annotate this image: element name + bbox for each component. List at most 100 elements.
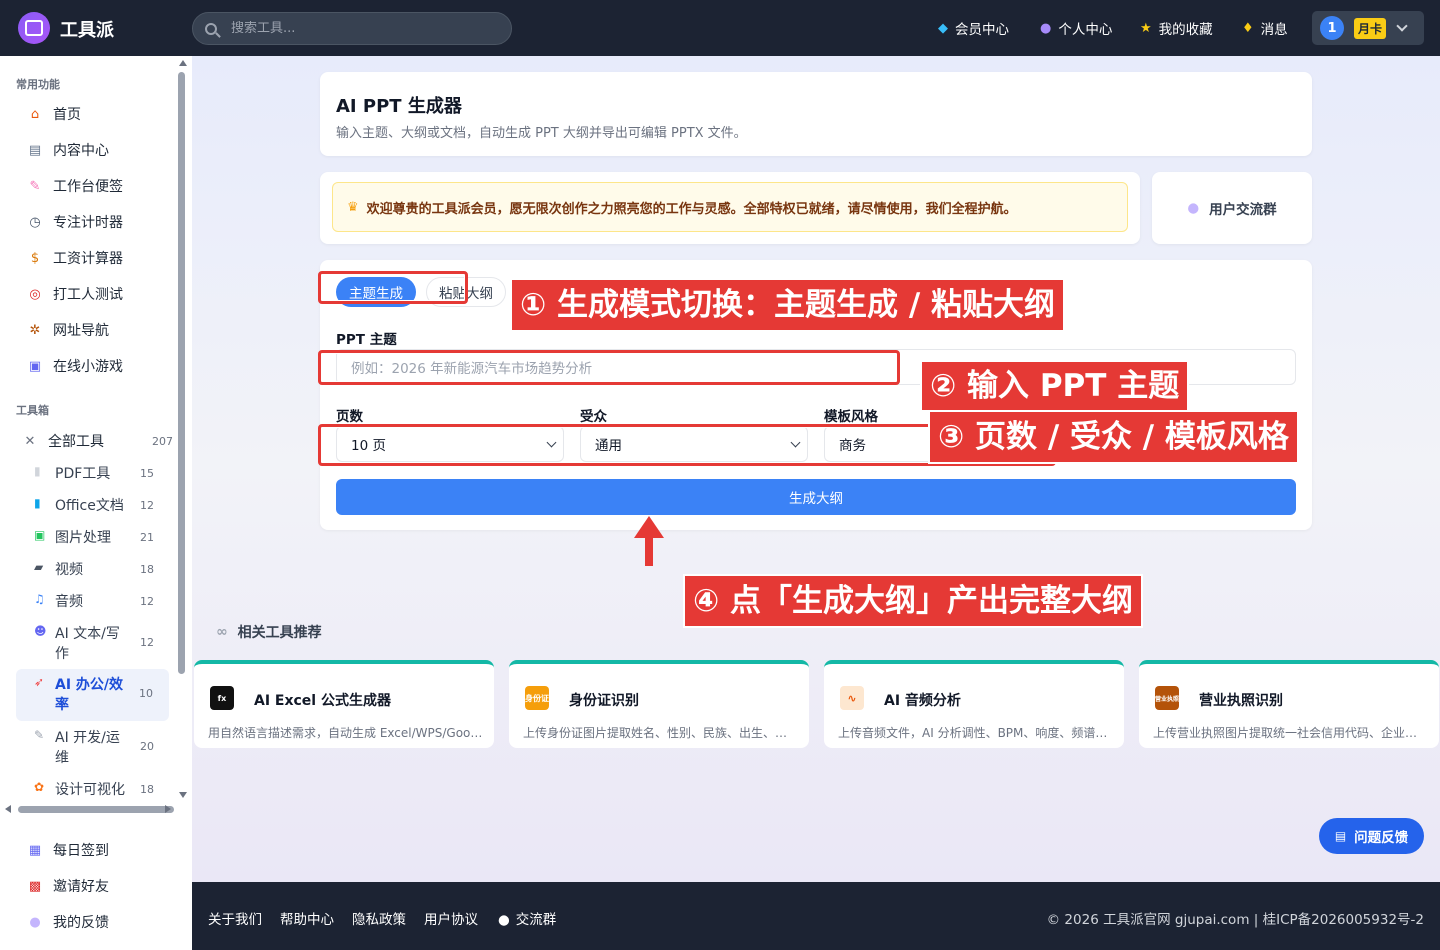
sidebar-tool-image[interactable]: ▣ 图片处理 21 (34, 528, 184, 548)
related-tools-title: ∞ 相关工具推荐 (216, 624, 322, 641)
sidebar-item-content[interactable]: ▤ 内容中心 (25, 140, 109, 160)
related-tool-desc: 上传音频文件，AI 分析调性、BPM、响度、频谱等特征 (838, 726, 1114, 740)
logo-icon[interactable] (18, 12, 50, 44)
tool-count: 207 (152, 434, 173, 448)
nav-profile[interactable]: ● 个人中心 (1040, 18, 1112, 39)
brand-name[interactable]: 工具派 (60, 16, 114, 42)
license-icon: 营业执照 (1155, 686, 1179, 710)
sidebar-item-home[interactable]: ⌂ 首页 (25, 104, 81, 124)
timer-icon: ◷ (29, 214, 41, 230)
scroll-down-arrow[interactable] (179, 792, 187, 798)
sidebar: 常用功能 ⌂ 首页 ▤ 内容中心 ✎ 工作台便签 ◷ 专注计时器 $ 工资计算器 ◎ 打工人… (0, 56, 192, 950)
sidebar-item-timer[interactable]: ◷ 专注计时器 (25, 212, 123, 232)
sidebar-item-feedback[interactable]: ● 我的反馈 (25, 912, 109, 932)
sidebar-item-nav[interactable]: ✲ 网址导航 (25, 320, 109, 340)
sidebar-tool-ai-dev[interactable]: ✎ AI 开发/运维 20 (34, 728, 184, 768)
page-subtitle: 输入主题、大纲或文档，自动生成 PPT 大纲并导出可编辑 PPTX 文件。 (336, 126, 747, 141)
main-area: AI PPT 生成器 输入主题、大纲或文档，自动生成 PPT 大纲并导出可编辑 … (192, 56, 1440, 882)
target-icon: ◎ (29, 286, 41, 302)
rocket-icon: ➶ (34, 675, 45, 689)
sidebar-tool-audio[interactable]: ♫ 音频 12 (34, 592, 184, 612)
welcome-card: ♛ 欢迎尊贵的工具派会员，愿无限次创作之力照亮您的工作与灵感。全部特权已就绪，请尽… (320, 172, 1140, 244)
palette-icon: ✿ (34, 780, 45, 794)
moneybag-icon: $ (30, 250, 40, 266)
chevron-down-icon (1396, 20, 1408, 32)
related-card-audio[interactable]: ∿ AI 音频分析 上传音频文件，AI 分析调性、BPM、响度、频谱等特征 (824, 660, 1124, 748)
related-tool-desc: 上传营业执照图片提取统一社会信用代码、企业名称等信息 (1153, 726, 1429, 740)
footer-link-about[interactable]: 关于我们 (208, 908, 262, 928)
house-icon: ⌂ (30, 106, 40, 122)
nav-member-center[interactable]: ◆ 会员中心 (938, 18, 1009, 39)
sidebar-tool-office[interactable]: ▮ Office文档 12 (34, 496, 184, 516)
sidebar-vertical-scrollbar[interactable] (178, 72, 185, 674)
footer-link-terms[interactable]: 用户协议 (424, 908, 478, 928)
sidebar-horizontal-scrollbar[interactable] (18, 806, 174, 813)
sidebar-tool-ai-text[interactable]: ☻ AI 文本/写作 12 (34, 624, 184, 664)
gift-icon: ▩ (28, 878, 42, 894)
robot-icon: ☻ (34, 624, 47, 638)
scroll-right-arrow[interactable] (165, 805, 171, 813)
annotation-box-mode (318, 271, 468, 304)
pdf-icon: ▮ (34, 464, 41, 478)
group-card[interactable]: ● 用户交流群 (1152, 172, 1312, 244)
avatar: 1 (1320, 16, 1344, 40)
clapper-icon: ▰ (34, 560, 44, 574)
generate-outline-button[interactable]: 生成大纲 (336, 479, 1296, 515)
star-icon: ★ (1140, 20, 1152, 36)
sidebar-tool-design[interactable]: ✿ 设计可视化 18 (34, 780, 184, 800)
annotation-label-1: ① 生成模式切换：主题生成 / 粘贴大纲 (510, 278, 1065, 332)
feedback-button[interactable]: ▤ 问题反馈 (1319, 818, 1424, 854)
bell-icon: ♦ (1242, 20, 1254, 36)
sidebar-item-checkin[interactable]: ▦ 每日签到 (25, 840, 109, 860)
fx-icon: fx (210, 686, 234, 710)
copyright: © 2026 工具派官网 gjupai.com | 桂ICP备202600593… (1046, 912, 1424, 928)
content-icon: ▤ (28, 142, 42, 158)
annotation-label-2: ② 输入 PPT 主题 (920, 360, 1190, 412)
related-card-excel[interactable]: fx AI Excel 公式生成器 用自然语言描述需求，自动生成 Excel/W… (194, 660, 494, 748)
top-bar: 工具派 ◆会员中心 ●个人中心 ★我的收藏 ♦消息 1 月卡 (0, 0, 1440, 56)
footer-link-privacy[interactable]: 隐私政策 (352, 908, 406, 928)
welcome-banner: ♛ 欢迎尊贵的工具派会员，愿无限次创作之力照亮您的工作与灵感。全部特权已就绪，请尽… (332, 182, 1128, 232)
related-tool-name: 营业执照识别 (1199, 693, 1283, 709)
sidebar-tool-pdf[interactable]: ▮ PDF工具 15 (34, 464, 184, 484)
plan-badge: 月卡 (1354, 17, 1387, 39)
wrench-icon: ✎ (34, 728, 45, 742)
user-menu[interactable]: 1 月卡 (1312, 11, 1424, 45)
pages-label: 页数 (336, 409, 363, 425)
sidebar-item-salary[interactable]: $ 工资计算器 (25, 248, 123, 268)
sidebar-item-memo[interactable]: ✎ 工作台便签 (25, 176, 123, 196)
nav-messages[interactable]: ♦ 消息 (1242, 18, 1288, 39)
scroll-left-arrow[interactable] (5, 805, 11, 813)
idcard-icon: 身份证 (525, 686, 549, 710)
chat-bubble-icon: ● (1187, 200, 1200, 216)
scroll-up-arrow[interactable] (179, 60, 187, 66)
search-icon (205, 22, 217, 35)
footer-link-help[interactable]: 帮助中心 (280, 908, 334, 928)
related-card-idcard[interactable]: 身份证 身份证识别 上传身份证图片提取姓名、性别、民族、出生、住址等信息 (509, 660, 809, 748)
title-card: AI PPT 生成器 输入主题、大纲或文档，自动生成 PPT 大纲并导出可编辑 … (320, 72, 1312, 156)
annotation-label-4: ④ 点「生成大纲」产出完整大纲 (683, 574, 1144, 628)
sidebar-tool-ai-office[interactable]: ➶ AI 办公/效率 10 (16, 669, 169, 721)
search-input[interactable] (231, 21, 491, 36)
image-icon: ▣ (34, 528, 46, 542)
related-tool-name: AI Excel 公式生成器 (254, 693, 391, 709)
sidebar-tool-video[interactable]: ▰ 视频 18 (34, 560, 184, 580)
section-common-title: 常用功能 (16, 78, 60, 91)
music-icon: ♫ (34, 592, 45, 606)
diamond-icon: ◆ (938, 20, 948, 36)
group-button[interactable]: ● 用户交流群 (1152, 172, 1312, 244)
footer-link-group[interactable]: ● 交流群 (498, 908, 556, 928)
sidebar-item-all-tools[interactable]: ✕ 全部工具 207 (20, 431, 175, 451)
sidebar-item-test[interactable]: ◎ 打工人测试 (25, 284, 123, 304)
sidebar-item-invite[interactable]: ▩ 邀请好友 (25, 876, 109, 896)
sidebar-item-games[interactable]: ▣ 在线小游戏 (25, 356, 123, 376)
related-card-license[interactable]: 营业执照 营业执照识别 上传营业执照图片提取统一社会信用代码、企业名称等信息 (1139, 660, 1439, 748)
search-box[interactable] (192, 12, 512, 45)
style-label: 模板风格 (824, 409, 878, 425)
footer: 关于我们 帮助中心 隐私政策 用户协议 ● 交流群 © 2026 工具派官网 gj… (192, 882, 1440, 950)
related-tool-name: AI 音频分析 (884, 693, 961, 709)
crown-icon: ♛ (347, 199, 359, 215)
compass-icon: ✲ (29, 322, 41, 338)
document-icon: ▤ (1334, 829, 1347, 843)
nav-favorites[interactable]: ★ 我的收藏 (1140, 18, 1213, 39)
